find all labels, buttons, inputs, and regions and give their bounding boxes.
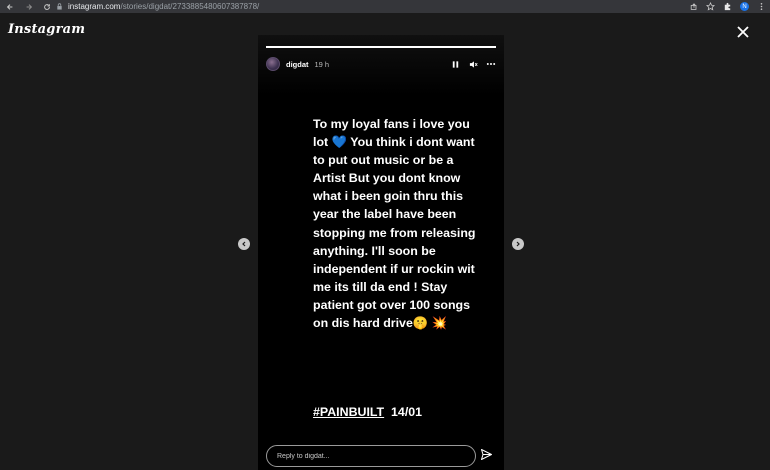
avatar[interactable]: [266, 57, 280, 71]
story-username[interactable]: digdat: [286, 60, 309, 69]
forward-icon[interactable]: [22, 0, 35, 13]
reply-input[interactable]: [277, 452, 475, 460]
story-progress-fill: [266, 46, 496, 48]
previous-story-button[interactable]: [238, 238, 250, 250]
menu-icon[interactable]: [757, 2, 766, 11]
lock-icon: [56, 3, 64, 11]
star-icon[interactable]: [706, 2, 715, 11]
story-viewer: Instagram digdat 19 h To my loyal fans i…: [0, 13, 770, 470]
url-path: /stories/digdat/2733885480607387878/: [120, 2, 260, 11]
next-story-button[interactable]: [512, 238, 524, 250]
more-options-icon[interactable]: [486, 59, 496, 69]
back-icon[interactable]: [3, 0, 16, 13]
profile-avatar[interactable]: N: [740, 2, 749, 11]
close-icon[interactable]: [736, 25, 750, 39]
reload-icon[interactable]: [40, 0, 53, 13]
url-text: instagram.com/stories/digdat/27338854806…: [68, 1, 259, 12]
instagram-logo[interactable]: Instagram: [8, 22, 85, 37]
reply-field[interactable]: [266, 445, 476, 467]
address-bar[interactable]: instagram.com/stories/digdat/27338854806…: [56, 1, 676, 12]
chevron-right-icon: [516, 241, 520, 247]
story-hashtag-line: #PAINBUILT 14/01: [313, 403, 422, 421]
story-progress-bar: [266, 46, 496, 48]
url-host: instagram.com: [68, 2, 121, 11]
pause-icon[interactable]: [450, 59, 460, 69]
extensions-icon[interactable]: [723, 2, 732, 11]
story-header: digdat 19 h: [266, 54, 496, 74]
story-hashtag[interactable]: #PAINBUILT: [313, 405, 384, 419]
chevron-left-icon: [242, 241, 246, 247]
story-card[interactable]: digdat 19 h To my loyal fans i love you …: [258, 35, 504, 470]
story-text: To my loyal fans i love you lot 💙 You th…: [313, 117, 476, 331]
browser-toolbar: instagram.com/stories/digdat/27338854806…: [0, 0, 770, 13]
story-date: 14/01: [391, 405, 423, 419]
share-icon[interactable]: [689, 2, 698, 11]
mute-icon[interactable]: [468, 59, 478, 69]
story-timestamp: 19 h: [314, 59, 330, 69]
send-icon[interactable]: [480, 448, 493, 461]
